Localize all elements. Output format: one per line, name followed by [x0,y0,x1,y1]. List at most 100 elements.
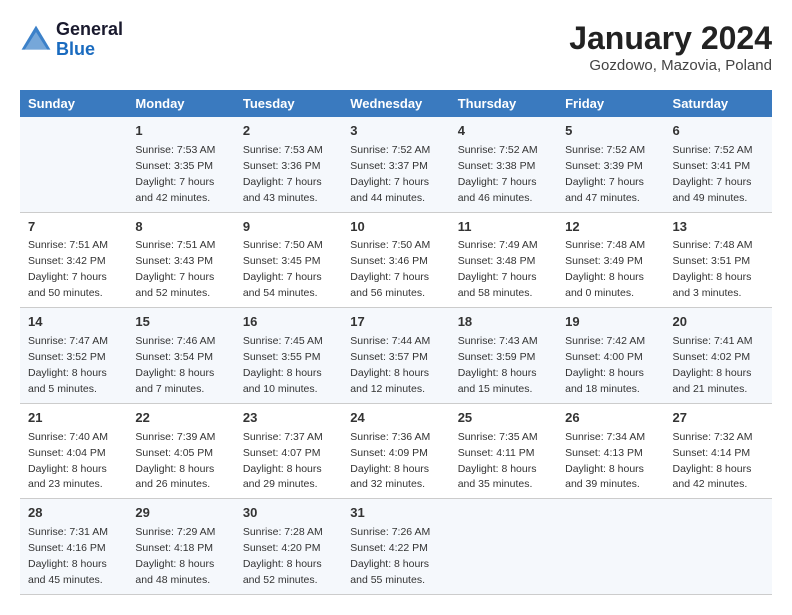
day-info: Sunrise: 7:48 AMSunset: 3:51 PMDaylight:… [673,239,753,299]
calendar-cell: 21Sunrise: 7:40 AMSunset: 4:04 PMDayligh… [20,403,127,499]
calendar-cell: 3 Sunrise: 7:52 AMSunset: 3:37 PMDaylight… [342,117,449,212]
header-monday: Monday [127,90,234,117]
day-number: 12 [565,218,656,237]
header-tuesday: Tuesday [235,90,342,117]
calendar-cell: 22 Sunrise: 7:39 AMSunset: 4:05 PMDayligh… [127,403,234,499]
calendar-cell: 23 Sunrise: 7:37 AMSunset: 4:07 PMDayligh… [235,403,342,499]
day-info: Sunrise: 7:32 AMSunset: 4:14 PMDaylight:… [673,431,753,491]
day-info: Sunrise: 7:46 AMSunset: 3:54 PMDaylight:… [135,335,215,395]
calendar-cell: 30 Sunrise: 7:28 AMSunset: 4:20 PMDayligh… [235,499,342,595]
calendar-cell: 29 Sunrise: 7:29 AMSunset: 4:18 PMDayligh… [127,499,234,595]
day-number: 20 [673,313,764,332]
calendar-cell: 11 Sunrise: 7:49 AMSunset: 3:48 PMDayligh… [450,212,557,308]
calendar-cell: 10 Sunrise: 7:50 AMSunset: 3:46 PMDayligh… [342,212,449,308]
logo: General Blue [20,20,123,60]
calendar-subtitle: Gozdowo, Mazovia, Poland [569,57,772,74]
day-info: Sunrise: 7:35 AMSunset: 4:11 PMDaylight:… [458,431,538,491]
day-number: 21 [28,409,119,428]
day-number: 30 [243,504,334,523]
day-info: Sunrise: 7:53 AMSunset: 3:35 PMDaylight:… [135,144,215,204]
calendar-cell: 13 Sunrise: 7:48 AMSunset: 3:51 PMDayligh… [665,212,772,308]
day-number: 26 [565,409,656,428]
day-number: 6 [673,122,764,141]
day-number: 11 [458,218,549,237]
header-thursday: Thursday [450,90,557,117]
day-info: Sunrise: 7:50 AMSunset: 3:45 PMDaylight:… [243,239,323,299]
day-number: 15 [135,313,226,332]
day-info: Sunrise: 7:43 AMSunset: 3:59 PMDaylight:… [458,335,538,395]
day-number: 13 [673,218,764,237]
day-info: Sunrise: 7:52 AMSunset: 3:37 PMDaylight:… [350,144,430,204]
calendar-table: SundayMondayTuesdayWednesdayThursdayFrid… [20,90,772,595]
calendar-cell: 8Sunrise: 7:51 AMSunset: 3:43 PMDaylight… [127,212,234,308]
day-info: Sunrise: 7:52 AMSunset: 3:39 PMDaylight:… [565,144,645,204]
day-number: 1 [135,122,226,141]
logo-icon [20,24,52,56]
calendar-cell: 4 Sunrise: 7:52 AMSunset: 3:38 PMDaylight… [450,117,557,212]
calendar-cell [20,117,127,212]
calendar-week-row: 21Sunrise: 7:40 AMSunset: 4:04 PMDayligh… [20,403,772,499]
day-info: Sunrise: 7:29 AMSunset: 4:18 PMDaylight:… [135,526,215,586]
day-info: Sunrise: 7:47 AMSunset: 3:52 PMDaylight:… [28,335,108,395]
calendar-header-row: SundayMondayTuesdayWednesdayThursdayFrid… [20,90,772,117]
title-block: January 2024 Gozdowo, Mazovia, Poland [569,20,772,74]
day-info: Sunrise: 7:41 AMSunset: 4:02 PMDaylight:… [673,335,753,395]
day-number: 17 [350,313,441,332]
day-info: Sunrise: 7:34 AMSunset: 4:13 PMDaylight:… [565,431,645,491]
day-number: 23 [243,409,334,428]
day-number: 10 [350,218,441,237]
day-number: 24 [350,409,441,428]
day-info: Sunrise: 7:52 AMSunset: 3:38 PMDaylight:… [458,144,538,204]
day-number: 4 [458,122,549,141]
calendar-cell: 2Sunrise: 7:53 AMSunset: 3:36 PMDaylight… [235,117,342,212]
calendar-cell: 31Sunrise: 7:26 AMSunset: 4:22 PMDayligh… [342,499,449,595]
calendar-cell: 9 Sunrise: 7:50 AMSunset: 3:45 PMDaylight… [235,212,342,308]
day-info: Sunrise: 7:52 AMSunset: 3:41 PMDaylight:… [673,144,753,204]
calendar-cell: 17 Sunrise: 7:44 AMSunset: 3:57 PMDayligh… [342,308,449,404]
day-number: 14 [28,313,119,332]
calendar-week-row: 1 Sunrise: 7:53 AMSunset: 3:35 PMDaylight… [20,117,772,212]
calendar-cell [450,499,557,595]
day-info: Sunrise: 7:28 AMSunset: 4:20 PMDaylight:… [243,526,323,586]
day-number: 18 [458,313,549,332]
day-info: Sunrise: 7:50 AMSunset: 3:46 PMDaylight:… [350,239,430,299]
day-number: 28 [28,504,119,523]
header-wednesday: Wednesday [342,90,449,117]
logo-line1: General [56,20,123,40]
calendar-cell: 27Sunrise: 7:32 AMSunset: 4:14 PMDayligh… [665,403,772,499]
calendar-cell: 18 Sunrise: 7:43 AMSunset: 3:59 PMDayligh… [450,308,557,404]
calendar-cell: 28 Sunrise: 7:31 AMSunset: 4:16 PMDayligh… [20,499,127,595]
calendar-cell: 20 Sunrise: 7:41 AMSunset: 4:02 PMDayligh… [665,308,772,404]
calendar-cell [665,499,772,595]
header-saturday: Saturday [665,90,772,117]
calendar-cell: 25 Sunrise: 7:35 AMSunset: 4:11 PMDayligh… [450,403,557,499]
header-friday: Friday [557,90,664,117]
calendar-cell: 24Sunrise: 7:36 AMSunset: 4:09 PMDayligh… [342,403,449,499]
logo-line2: Blue [56,40,123,60]
day-number: 29 [135,504,226,523]
day-info: Sunrise: 7:39 AMSunset: 4:05 PMDaylight:… [135,431,215,491]
page-header: General Blue January 2024 Gozdowo, Mazov… [20,20,772,74]
day-number: 2 [243,122,334,141]
calendar-cell: 19Sunrise: 7:42 AMSunset: 4:00 PMDayligh… [557,308,664,404]
day-number: 16 [243,313,334,332]
day-info: Sunrise: 7:31 AMSunset: 4:16 PMDaylight:… [28,526,108,586]
calendar-week-row: 14 Sunrise: 7:47 AMSunset: 3:52 PMDayligh… [20,308,772,404]
day-info: Sunrise: 7:51 AMSunset: 3:42 PMDaylight:… [28,239,108,299]
day-number: 3 [350,122,441,141]
calendar-cell: 7Sunrise: 7:51 AMSunset: 3:42 PMDaylight… [20,212,127,308]
calendar-cell: 15 Sunrise: 7:46 AMSunset: 3:54 PMDayligh… [127,308,234,404]
day-number: 25 [458,409,549,428]
day-info: Sunrise: 7:37 AMSunset: 4:07 PMDaylight:… [243,431,323,491]
day-number: 22 [135,409,226,428]
day-number: 9 [243,218,334,237]
calendar-week-row: 7Sunrise: 7:51 AMSunset: 3:42 PMDaylight… [20,212,772,308]
calendar-cell: 6 Sunrise: 7:52 AMSunset: 3:41 PMDaylight… [665,117,772,212]
calendar-cell: 16Sunrise: 7:45 AMSunset: 3:55 PMDayligh… [235,308,342,404]
day-info: Sunrise: 7:44 AMSunset: 3:57 PMDaylight:… [350,335,430,395]
day-number: 5 [565,122,656,141]
day-info: Sunrise: 7:49 AMSunset: 3:48 PMDaylight:… [458,239,538,299]
calendar-cell: 5 Sunrise: 7:52 AMSunset: 3:39 PMDaylight… [557,117,664,212]
calendar-cell: 1 Sunrise: 7:53 AMSunset: 3:35 PMDaylight… [127,117,234,212]
calendar-cell: 14 Sunrise: 7:47 AMSunset: 3:52 PMDayligh… [20,308,127,404]
